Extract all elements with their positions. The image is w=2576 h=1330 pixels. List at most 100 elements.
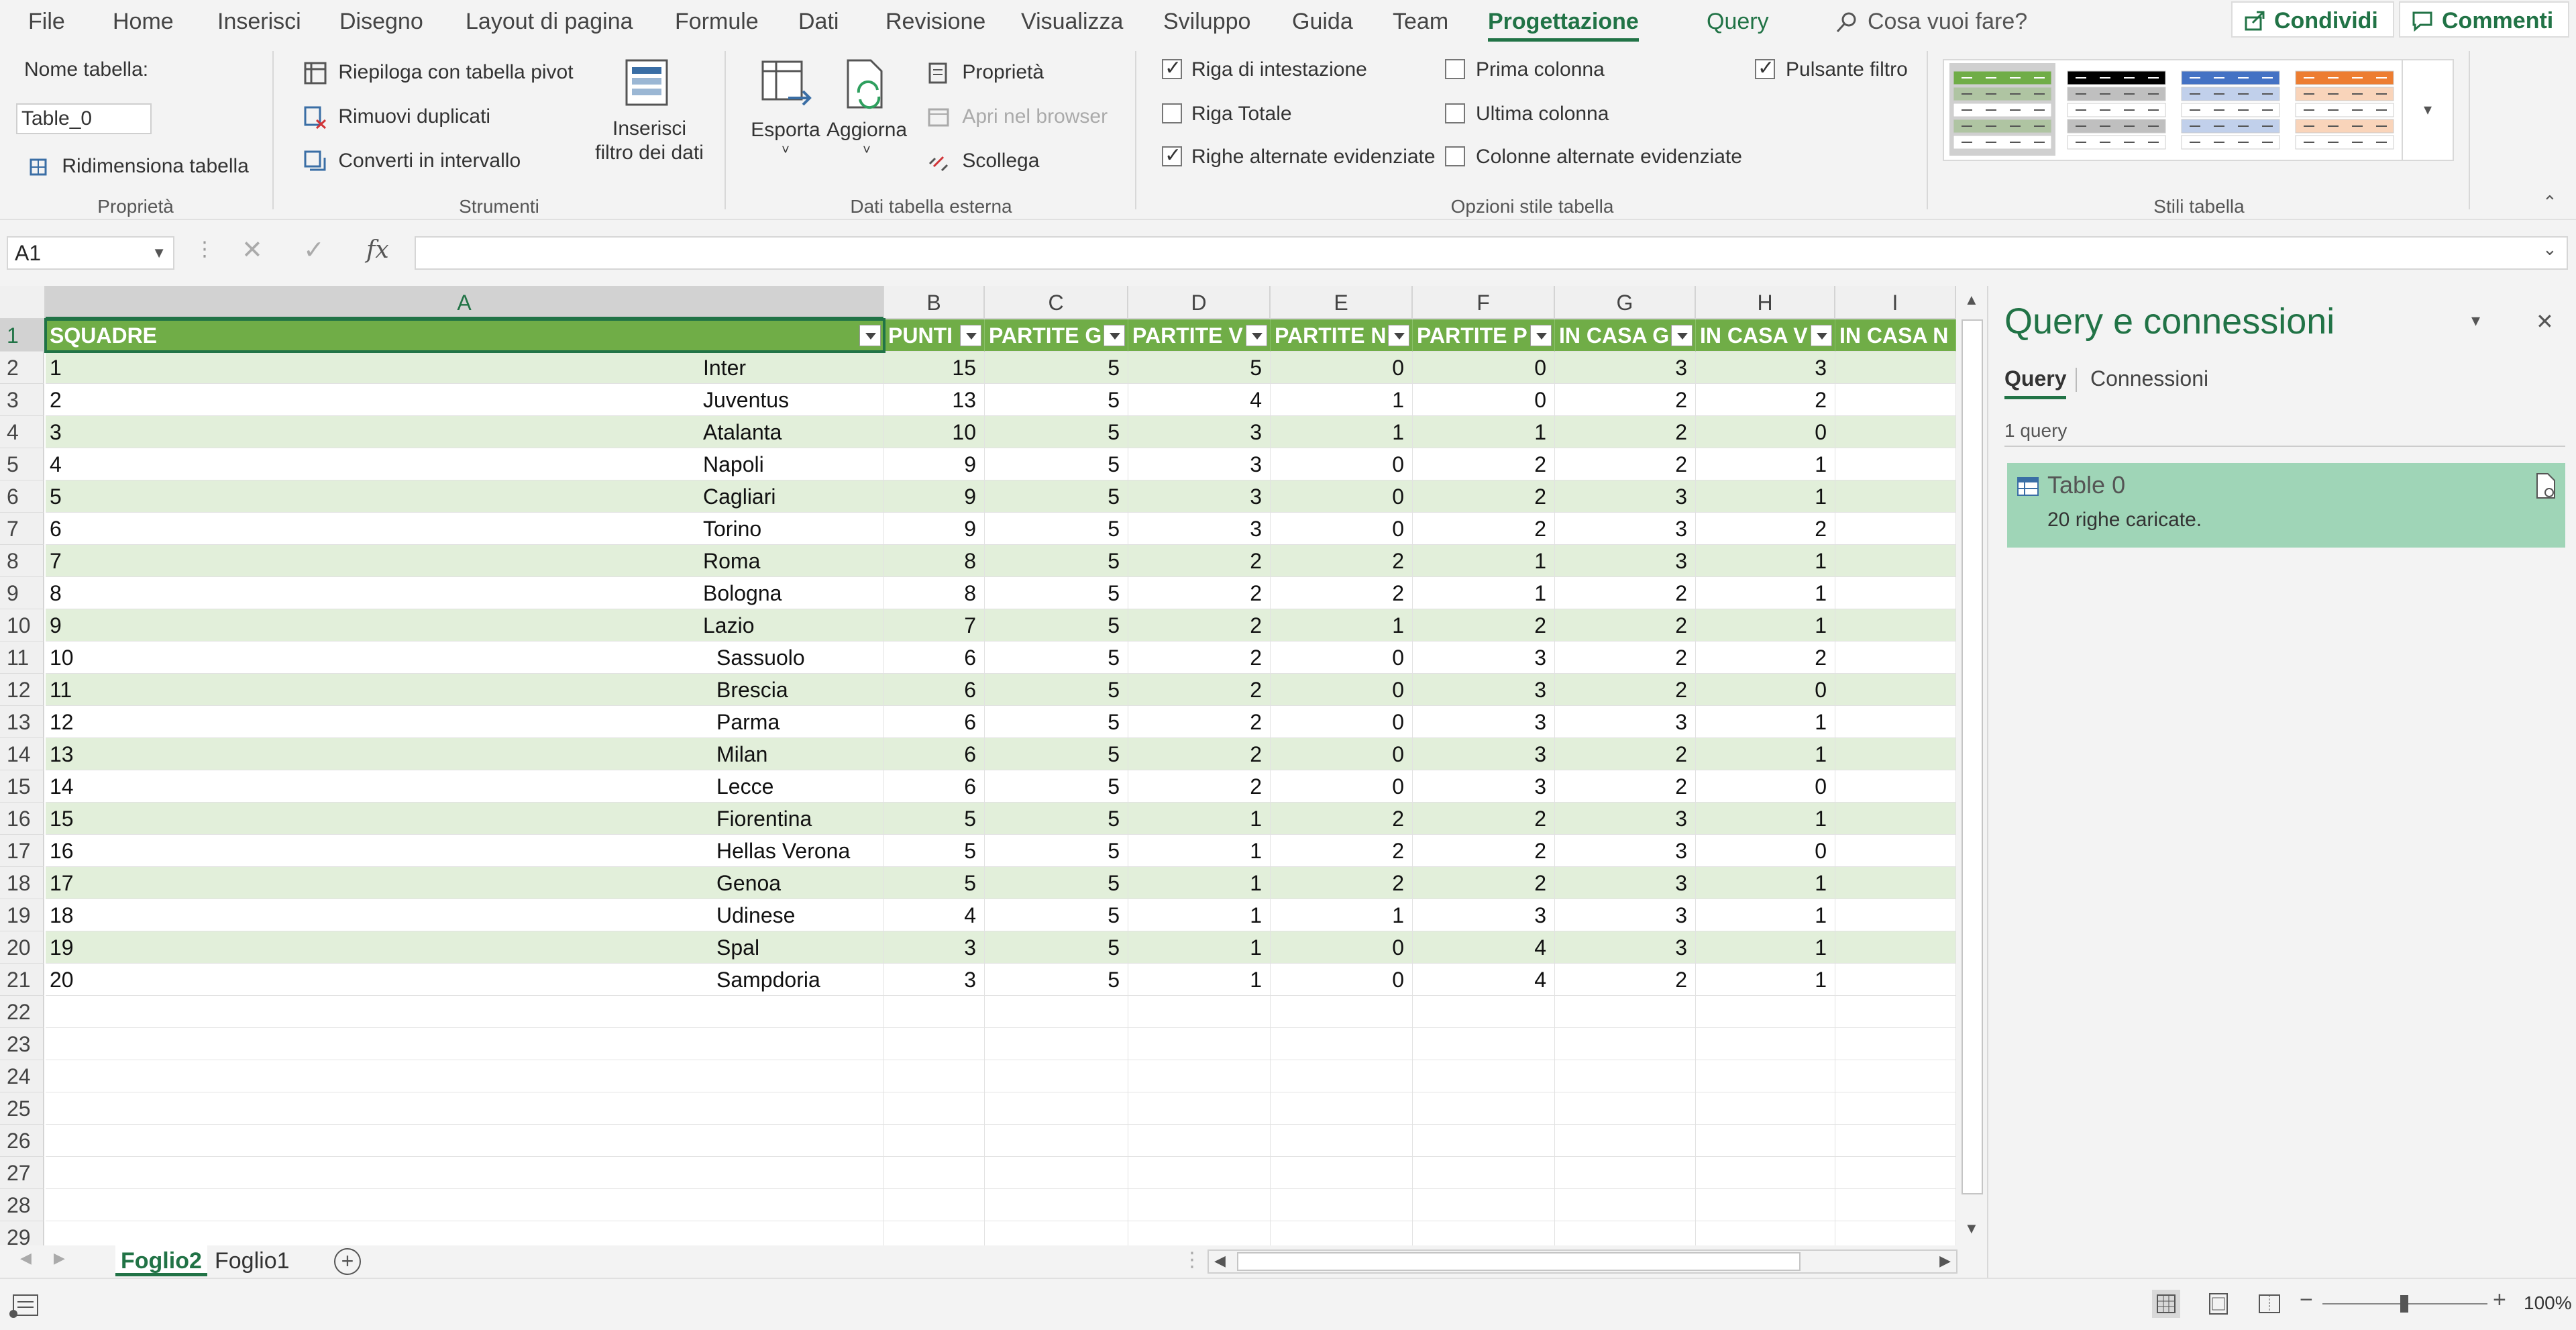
gallery-more-button[interactable]: ▾ (2402, 60, 2453, 160)
filter-dropdown-icon[interactable] (1246, 325, 1267, 346)
table-cell[interactable]: 5 (985, 931, 1128, 964)
table-cell[interactable]: 9 (884, 448, 985, 480)
table-cell[interactable] (1835, 674, 1956, 706)
empty-cell[interactable] (1555, 1060, 1696, 1092)
empty-cell[interactable] (884, 1221, 985, 1245)
table-header-cell[interactable]: PUNTI (884, 319, 985, 352)
table-cell[interactable]: 5 (985, 738, 1128, 770)
table-cell[interactable]: 2 (1555, 448, 1696, 480)
table-cell[interactable]: 3 (1555, 706, 1696, 738)
table-cell[interactable]: 2 (1271, 867, 1413, 899)
table-header-cell[interactable]: PARTITE N (1271, 319, 1413, 352)
row-header[interactable]: 11 (0, 642, 44, 674)
table-cell[interactable]: 8 Bologna (46, 577, 884, 609)
scroll-down-icon[interactable]: ▼ (1964, 1220, 1979, 1237)
zoom-in-button[interactable]: + (2493, 1287, 2506, 1313)
menu-dati[interactable]: Dati (798, 5, 839, 38)
empty-cell[interactable] (1271, 1125, 1413, 1157)
table-cell[interactable]: 3 (1555, 899, 1696, 931)
table-cell[interactable]: 11 Brescia (46, 674, 884, 706)
table-cell[interactable]: 3 (1555, 835, 1696, 867)
table-cell[interactable]: 2 (1128, 545, 1271, 577)
table-cell[interactable]: 5 (884, 867, 985, 899)
table-cell[interactable]: 2 (1128, 609, 1271, 642)
last-column-checkbox[interactable] (1445, 103, 1465, 123)
filter-button-checkbox[interactable] (1755, 56, 1775, 80)
table-cell[interactable]: 4 (1413, 964, 1555, 996)
empty-cell[interactable] (1128, 1060, 1271, 1092)
menu-progettazione[interactable]: Progettazione (1488, 5, 1639, 42)
table-cell[interactable]: 6 (884, 770, 985, 803)
query-item[interactable]: Table 0 20 righe caricate. (2007, 463, 2565, 548)
menu-disegno[interactable]: Disegno (339, 5, 423, 38)
table-cell[interactable]: 3 (1555, 867, 1696, 899)
empty-cell[interactable] (1696, 1221, 1835, 1245)
table-cell[interactable]: 4 (884, 899, 985, 931)
table-cell[interactable]: 2 (1555, 609, 1696, 642)
empty-cell[interactable] (1271, 996, 1413, 1028)
empty-cell[interactable] (1128, 1189, 1271, 1221)
row-header[interactable]: 13 (0, 706, 44, 738)
table-cell[interactable] (1835, 480, 1956, 513)
empty-cell[interactable] (1696, 1125, 1835, 1157)
table-cell[interactable]: 2 (1555, 384, 1696, 416)
table-cell[interactable]: 2 (1128, 674, 1271, 706)
table-cell[interactable]: 2 (1128, 706, 1271, 738)
empty-cell[interactable] (1835, 1221, 1956, 1245)
filter-dropdown-icon[interactable] (1388, 325, 1409, 346)
collapse-ribbon-icon[interactable]: ⌃ (2542, 192, 2557, 213)
table-cell[interactable]: 3 (1555, 513, 1696, 545)
table-cell[interactable] (1835, 642, 1956, 674)
table-cell[interactable]: 15 (884, 352, 985, 384)
table-cell[interactable]: 1 (1413, 577, 1555, 609)
menu-revisione[interactable]: Revisione (885, 5, 985, 38)
table-cell[interactable]: 2 (1413, 480, 1555, 513)
empty-cell[interactable] (1555, 1221, 1696, 1245)
unlink-button[interactable]: Scollega (927, 148, 1039, 174)
menu-layout-pagina[interactable]: Layout di pagina (466, 5, 633, 38)
table-cell[interactable] (1835, 352, 1956, 384)
table-cell[interactable]: 4 (1413, 931, 1555, 964)
table-cell[interactable]: 1 (1696, 545, 1835, 577)
table-cell[interactable]: 1 (1128, 835, 1271, 867)
empty-cell[interactable] (1696, 1028, 1835, 1060)
cancel-icon[interactable]: ✕ (241, 235, 263, 265)
scroll-left-icon[interactable]: ◀ (1214, 1252, 1226, 1270)
table-cell[interactable]: 2 (1555, 642, 1696, 674)
empty-cell[interactable] (1696, 1157, 1835, 1189)
table-cell[interactable]: 3 (1696, 352, 1835, 384)
empty-cell[interactable] (46, 1157, 884, 1189)
table-cell[interactable]: 1 (1271, 899, 1413, 931)
empty-cell[interactable] (884, 996, 985, 1028)
empty-cell[interactable] (46, 1028, 884, 1060)
empty-cell[interactable] (1413, 1125, 1555, 1157)
table-header-cell[interactable]: PARTITE P (1413, 319, 1555, 352)
row-header[interactable]: 5 (0, 448, 44, 480)
table-cell[interactable]: 2 (1413, 513, 1555, 545)
table-cell[interactable]: 2 (1413, 803, 1555, 835)
table-cell[interactable]: 3 (1128, 480, 1271, 513)
row-header[interactable]: 26 (0, 1125, 44, 1157)
empty-cell[interactable] (1555, 1125, 1696, 1157)
table-cell[interactable]: 6 (884, 738, 985, 770)
table-cell[interactable]: 15 Fiorentina (46, 803, 884, 835)
empty-cell[interactable] (985, 1157, 1128, 1189)
column-header-a[interactable]: A (46, 286, 884, 319)
table-cell[interactable]: 2 (1696, 642, 1835, 674)
table-cell[interactable]: 0 (1271, 352, 1413, 384)
scroll-right-icon[interactable]: ▶ (1939, 1252, 1951, 1270)
table-cell[interactable]: 1 (1696, 867, 1835, 899)
table-cell[interactable]: 2 (1271, 835, 1413, 867)
table-cell[interactable]: 3 (1413, 674, 1555, 706)
table-cell[interactable]: 0 (1271, 770, 1413, 803)
table-cell[interactable] (1835, 835, 1956, 867)
prev-sheet-icon[interactable]: ◀ (20, 1249, 32, 1267)
empty-cell[interactable] (1413, 996, 1555, 1028)
table-style-swatch[interactable] (1949, 63, 2055, 156)
select-all-corner[interactable] (0, 286, 46, 319)
tell-me-search[interactable]: Cosa vuoi fare? (1835, 5, 2027, 38)
table-cell[interactable]: 3 (1128, 448, 1271, 480)
column-header-b[interactable]: B (884, 286, 985, 319)
table-style-swatch[interactable] (2292, 63, 2398, 156)
column-header-d[interactable]: D (1128, 286, 1271, 319)
